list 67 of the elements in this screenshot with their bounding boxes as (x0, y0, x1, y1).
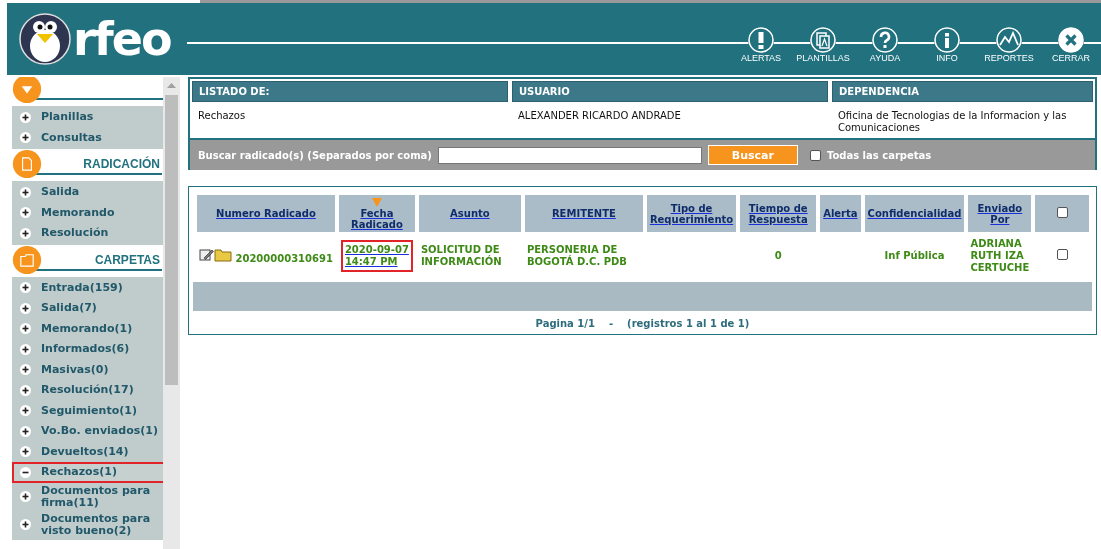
info-value: Oficina de Tecnologias de la Informacion y las Comunicaciones (837, 109, 1068, 135)
sort-link[interactable]: Numero Radicado (216, 208, 316, 219)
search-label: Buscar radicado(s) (Separados por coma) (198, 149, 432, 161)
info-heading: USUARIO (512, 81, 828, 102)
plus-icon (20, 207, 31, 219)
section-title: RADICACIÓN (83, 157, 160, 171)
plus-icon (20, 384, 31, 396)
close-nav-button[interactable]: CERRAR (1041, 27, 1101, 63)
table-cell: 20200000310691 (197, 236, 335, 276)
table-cell-text: 0 (773, 249, 783, 263)
plus-icon (20, 519, 31, 530)
triangle-down-icon (12, 77, 42, 104)
sort-link[interactable]: Tipo de Requerimiento (649, 202, 734, 225)
table-cell-text: PERSONERIA DE BOGOTÁ D.C. PDB (525, 243, 628, 269)
plus-icon (20, 425, 31, 437)
sidebar-item[interactable]: Rechazos(1) (12, 462, 165, 483)
sort-link[interactable]: Tiempo de Respuesta (743, 202, 814, 225)
section-title: CARPETAS (94, 252, 160, 267)
folder-icon (214, 247, 232, 262)
penguin-logo-icon (19, 13, 71, 65)
plus-icon (20, 302, 31, 314)
plus-icon (20, 111, 31, 123)
sort-link[interactable]: Confidencialidad (867, 208, 962, 219)
table-cell-text: Inf Pública (883, 249, 946, 263)
info-value: ALEXANDER RICARDO ANDRADE (517, 109, 682, 123)
search-field[interactable] (437, 146, 702, 164)
plus-icon (20, 186, 31, 198)
plus-icon (20, 446, 31, 458)
row-checkbox[interactable] (1056, 249, 1068, 263)
info-value: Rechazos (197, 109, 247, 123)
scrollbar[interactable] (163, 77, 180, 549)
document-icon (12, 149, 42, 179)
info-nav-button[interactable]: INFO (917, 27, 977, 63)
plus-icon (20, 227, 31, 239)
sort-link[interactable]: Alerta (823, 208, 858, 219)
plus-icon (20, 364, 31, 376)
separator-text: - (608, 318, 614, 329)
sort-link[interactable]: Enviado Por (971, 202, 1029, 225)
plus-icon (20, 405, 31, 417)
plus-icon (20, 132, 31, 144)
minus-icon (20, 466, 31, 478)
folder-icon (12, 244, 42, 275)
plus-icon (20, 491, 31, 502)
date-link[interactable]: 2020-09-07 14:47 PM (340, 240, 413, 272)
reports-nav-button[interactable]: REPORTES (979, 27, 1039, 63)
plus-icon (20, 343, 31, 355)
info-heading: DEPENDENCIA (832, 81, 1093, 102)
alert-nav-button[interactable]: ALERTAS (731, 27, 791, 63)
templates-nav-button[interactable]: PLANTILLAS (793, 27, 853, 63)
info-heading: LISTADO DE: (192, 81, 508, 102)
scrollbar-thumb[interactable] (165, 95, 178, 385)
plus-icon (20, 282, 31, 294)
sort-link[interactable]: REMITENTE (551, 208, 616, 219)
table-cell-text: SOLICITUD DE INFORMACIÓN (419, 243, 503, 269)
logo-text: rfeo (73, 16, 171, 62)
all-folders-checkbox[interactable]: Todas las carpetas (809, 149, 932, 161)
help-nav-button[interactable]: AYUDA (855, 27, 915, 63)
sort-link[interactable]: Asunto (450, 208, 490, 219)
edit-note-icon (199, 247, 214, 262)
plus-icon (20, 323, 31, 335)
scroll-up-icon (167, 82, 176, 88)
page-indicator: Pagina 1/1 (535, 318, 595, 329)
sort-descending-icon (371, 198, 382, 207)
select-all-checkbox[interactable] (1035, 195, 1089, 232)
sort-link[interactable]: Fecha Radicado (341, 208, 412, 230)
records-count: (registros 1 al 1 de 1) (627, 318, 750, 329)
table-cell-text: ADRIANA RUTH IZA CERTUCHE (969, 237, 1031, 275)
